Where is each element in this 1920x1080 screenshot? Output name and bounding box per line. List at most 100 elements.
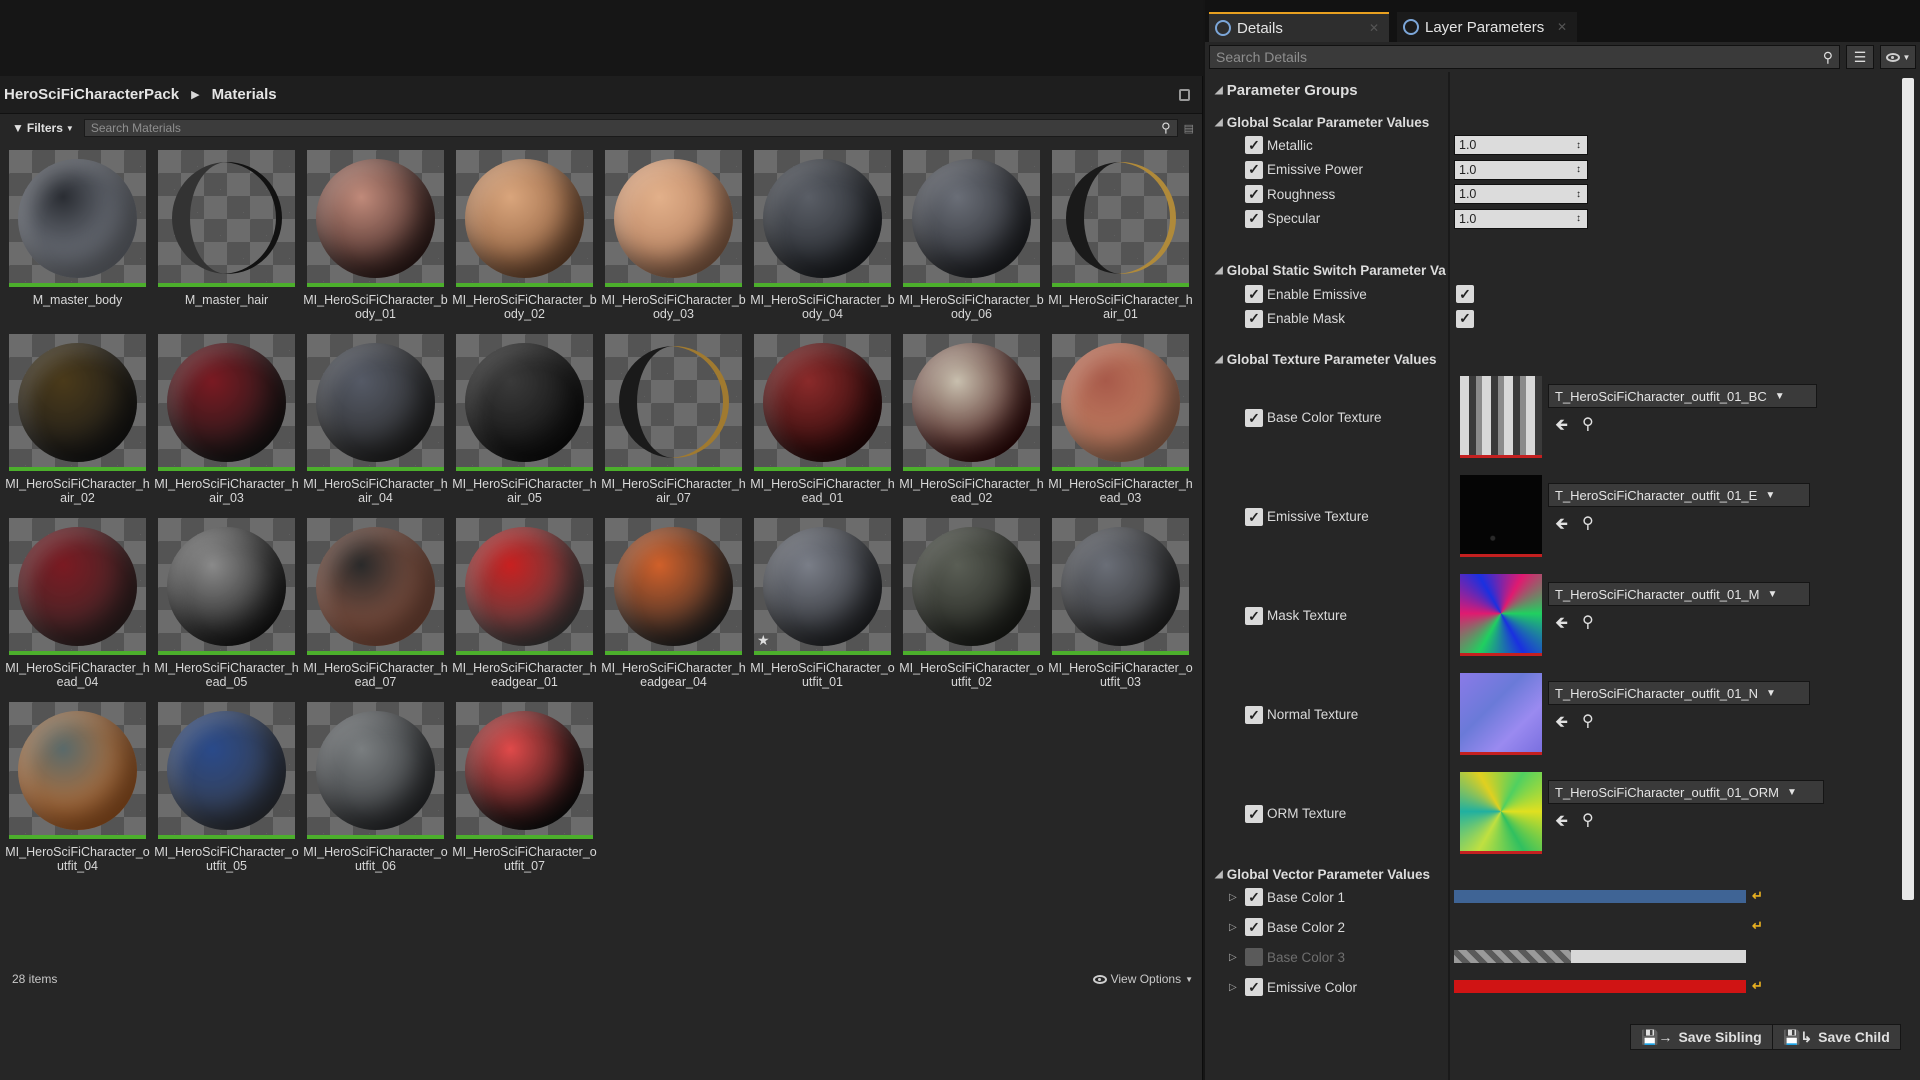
details-scrollbar[interactable]	[1902, 78, 1914, 900]
use-selected-arrow-icon[interactable]: 🡸	[1555, 513, 1568, 540]
asset-tile[interactable]: MI_HeroSciFiCharacter_head_07	[303, 518, 448, 690]
color-swatch-bar[interactable]	[1454, 950, 1746, 963]
override-checkbox[interactable]: ✓	[1245, 706, 1263, 724]
texture-asset-dropdown[interactable]: T_HeroSciFiCharacter_outfit_01_ORM ▼	[1548, 780, 1825, 804]
texture-asset-dropdown[interactable]: T_HeroSciFiCharacter_outfit_01_BC ▼	[1548, 384, 1817, 408]
switch-value-checkbox[interactable]: ✓	[1456, 285, 1474, 303]
reset-to-default-icon[interactable]: ↵	[1752, 918, 1763, 934]
asset-tile[interactable]: MI_HeroSciFiCharacter_body_04	[750, 150, 895, 322]
scalar-group-header[interactable]: ◢ Global Scalar Parameter Values	[1215, 115, 1429, 130]
spin-arrows-icon[interactable]: ↕	[1576, 140, 1581, 151]
search-materials-input[interactable]: Search Materials ⚲	[83, 119, 1178, 137]
browse-search-icon[interactable]: ⚲	[1582, 612, 1594, 639]
asset-tile[interactable]: MI_HeroSciFiCharacter_hair_04	[303, 334, 448, 506]
texture-asset-dropdown[interactable]: T_HeroSciFiCharacter_outfit_01_M ▼	[1548, 582, 1810, 606]
close-icon[interactable]: ✕	[1369, 21, 1379, 35]
asset-tile[interactable]: MI_HeroSciFiCharacter_head_05	[154, 518, 299, 690]
texture-preview-thumbnail[interactable]	[1460, 475, 1542, 557]
texture-preview-thumbnail[interactable]	[1460, 574, 1542, 656]
texture-preview-thumbnail[interactable]	[1460, 376, 1542, 458]
override-checkbox[interactable]	[1245, 948, 1263, 966]
asset-tile[interactable]: M_master_body	[9, 150, 146, 322]
expand-triangle-icon[interactable]: ▷	[1229, 952, 1237, 963]
close-icon[interactable]: ✕	[1557, 20, 1567, 34]
override-checkbox[interactable]: ✓	[1245, 508, 1263, 526]
visibility-options-button[interactable]: ▼	[1880, 45, 1916, 69]
override-checkbox[interactable]: ✓	[1245, 185, 1263, 203]
expand-triangle-icon[interactable]: ▷	[1229, 982, 1237, 993]
browse-search-icon[interactable]: ⚲	[1582, 513, 1594, 540]
filters-button[interactable]: ▼ Filters ▼	[8, 119, 78, 137]
asset-tile[interactable]: MI_HeroSciFiCharacter_hair_03	[154, 334, 299, 506]
use-selected-arrow-icon[interactable]: 🡸	[1555, 711, 1568, 738]
spin-arrows-icon[interactable]: ↕	[1576, 189, 1581, 200]
search-icon[interactable]: ⚲	[1161, 120, 1171, 136]
asset-tile[interactable]: MI_HeroSciFiCharacter_head_03	[1048, 334, 1193, 506]
property-matrix-button[interactable]: ☰	[1846, 45, 1874, 69]
asset-tile[interactable]: MI_HeroSciFiCharacter_headgear_04	[601, 518, 746, 690]
asset-tile[interactable]: MI_HeroSciFiCharacter_head_04	[5, 518, 150, 690]
scalar-value-input[interactable]: 1.0 ↕	[1454, 184, 1588, 204]
override-checkbox[interactable]: ✓	[1245, 888, 1263, 906]
search-icon[interactable]: ⚲	[1823, 49, 1833, 66]
scalar-value-input[interactable]: 1.0 ↕	[1454, 208, 1588, 229]
asset-tile[interactable]: MI_HeroSciFiCharacter_body_01	[303, 150, 448, 322]
asset-tile[interactable]: MI_HeroSciFiCharacter_body_06	[899, 150, 1044, 322]
override-checkbox[interactable]: ✓	[1245, 136, 1263, 154]
override-checkbox[interactable]: ✓	[1245, 209, 1263, 228]
asset-tile[interactable]: MI_HeroSciFiCharacter_headgear_01	[452, 518, 597, 690]
asset-tile[interactable]: MI_HeroSciFiCharacter_outfit_06	[303, 702, 448, 874]
view-options-button[interactable]: View Options ▼	[1092, 972, 1193, 986]
asset-tile[interactable]: ★ MI_HeroSciFiCharacter_outfit_01	[750, 518, 895, 690]
vector-group-header[interactable]: ◢ Global Vector Parameter Values	[1215, 867, 1430, 882]
override-checkbox[interactable]: ✓	[1245, 285, 1263, 303]
save-child-button[interactable]: 💾↳ Save Child	[1772, 1024, 1901, 1050]
override-checkbox[interactable]: ✓	[1245, 918, 1263, 936]
texture-asset-dropdown[interactable]: T_HeroSciFiCharacter_outfit_01_N ▼	[1548, 681, 1810, 705]
browse-search-icon[interactable]: ⚲	[1582, 711, 1594, 738]
favorite-star-icon[interactable]: ★	[757, 632, 770, 649]
asset-tile[interactable]: MI_HeroSciFiCharacter_outfit_04	[5, 702, 150, 874]
use-selected-arrow-icon[interactable]: 🡸	[1555, 414, 1568, 441]
lock-icon[interactable]	[1179, 88, 1190, 101]
breadcrumb-separator-icon[interactable]: ▶	[191, 88, 199, 101]
switch-group-header[interactable]: ◢ Global Static Switch Parameter Va	[1215, 263, 1446, 278]
save-sibling-button[interactable]: 💾→ Save Sibling	[1630, 1024, 1773, 1050]
asset-tile[interactable]: MI_HeroSciFiCharacter_body_02	[452, 150, 597, 322]
asset-tile[interactable]: MI_HeroSciFiCharacter_outfit_02	[899, 518, 1044, 690]
breadcrumb-item-pack[interactable]: HeroSciFiCharacterPack	[4, 86, 179, 103]
asset-tile[interactable]: MI_HeroSciFiCharacter_outfit_03	[1048, 518, 1193, 690]
asset-tile[interactable]: MI_HeroSciFiCharacter_body_03	[601, 150, 746, 322]
texture-group-header[interactable]: ◢ Global Texture Parameter Values	[1215, 352, 1437, 367]
parameter-groups-header[interactable]: ◢ Parameter Groups	[1215, 82, 1358, 99]
tab-layer-parameters[interactable]: Layer Parameters ✕	[1397, 12, 1577, 42]
browse-search-icon[interactable]: ⚲	[1582, 414, 1594, 441]
override-checkbox[interactable]: ✓	[1245, 409, 1263, 427]
expand-triangle-icon[interactable]: ▷	[1229, 922, 1237, 933]
asset-tile[interactable]: MI_HeroSciFiCharacter_hair_02	[5, 334, 150, 506]
scalar-value-input[interactable]: 1.0 ↕	[1454, 159, 1588, 180]
color-swatch-bar[interactable]	[1454, 890, 1746, 903]
use-selected-arrow-icon[interactable]: 🡸	[1555, 612, 1568, 639]
override-checkbox[interactable]: ✓	[1245, 160, 1263, 179]
expand-triangle-icon[interactable]: ▷	[1229, 892, 1237, 903]
override-checkbox[interactable]: ✓	[1245, 978, 1263, 996]
scalar-value-input[interactable]: 1.0 ↕	[1454, 135, 1588, 155]
asset-tile[interactable]: MI_HeroSciFiCharacter_head_02	[899, 334, 1044, 506]
texture-asset-dropdown[interactable]: T_HeroSciFiCharacter_outfit_01_E ▼	[1548, 483, 1810, 507]
spin-arrows-icon[interactable]: ↕	[1576, 164, 1581, 175]
reset-to-default-icon[interactable]: ↵	[1752, 978, 1763, 994]
texture-preview-thumbnail[interactable]	[1460, 772, 1542, 854]
tab-details[interactable]: Details ✕	[1209, 12, 1389, 42]
color-swatch-bar[interactable]	[1454, 980, 1746, 993]
search-details-input[interactable]: Search Details ⚲	[1209, 45, 1840, 69]
use-selected-arrow-icon[interactable]: 🡸	[1555, 810, 1568, 837]
override-checkbox[interactable]: ✓	[1245, 309, 1263, 328]
save-search-icon[interactable]: ▤	[1184, 122, 1194, 135]
texture-preview-thumbnail[interactable]	[1460, 673, 1542, 755]
asset-tile[interactable]: MI_HeroSciFiCharacter_outfit_07	[452, 702, 597, 874]
override-checkbox[interactable]: ✓	[1245, 607, 1263, 625]
switch-value-checkbox[interactable]: ✓	[1456, 309, 1474, 328]
asset-tile[interactable]: MI_HeroSciFiCharacter_head_01	[750, 334, 895, 506]
asset-tile[interactable]: MI_HeroSciFiCharacter_hair_05	[452, 334, 597, 506]
